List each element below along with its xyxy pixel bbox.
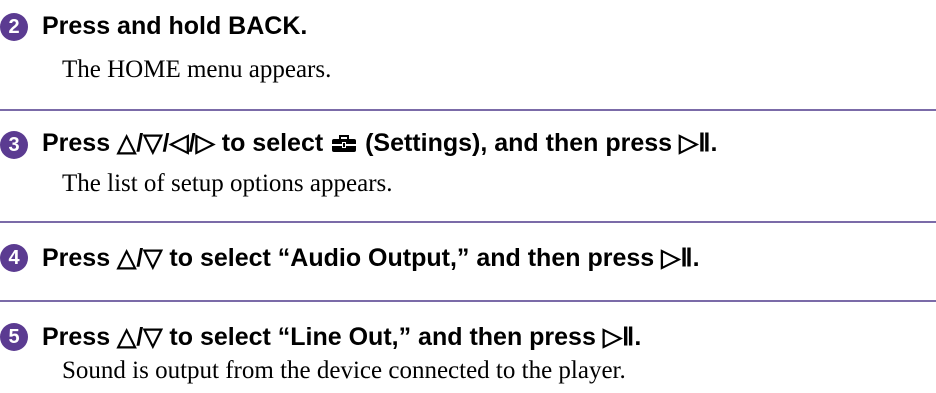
step-4-title: Press △/▽ to select “Audio Output,” and … [42,244,700,272]
step-3-heading: 3 Press △/▽/◁/▷ to select (Settings), an… [0,128,717,161]
step-3-title-text-b: (Settings), and then press ▷Ⅱ. [358,129,718,157]
step-2-heading: 2 Press and hold BACK. [0,12,307,41]
step-3-title-text-a: Press △/▽/◁/▷ to select [42,129,331,157]
step-4-heading: 4 Press △/▽ to select “Audio Output,” an… [0,243,700,273]
step-5-number-badge: 5 [0,323,28,351]
step-4-number-badge: 4 [0,244,28,272]
step-2-title: Press and hold BACK. [42,12,308,40]
step-3-description: The list of setup options appears. [62,170,393,197]
divider-line [0,221,936,223]
step-3-number-badge: 3 [0,130,28,159]
step-5-heading: 5 Press △/▽ to select “Line Out,” and th… [0,322,641,352]
toolbox-settings-icon [330,132,358,161]
step-5-description: Sound is output from the device connecte… [62,357,626,384]
step-2-number-badge: 2 [0,12,28,41]
divider-line [0,300,936,302]
step-2-description: The HOME menu appears. [62,56,332,83]
step-5-title: Press △/▽ to select “Line Out,” and then… [42,323,642,351]
divider-line [0,109,936,111]
step-3-title: Press △/▽/◁/▷ to select (Settings), and … [42,128,717,161]
